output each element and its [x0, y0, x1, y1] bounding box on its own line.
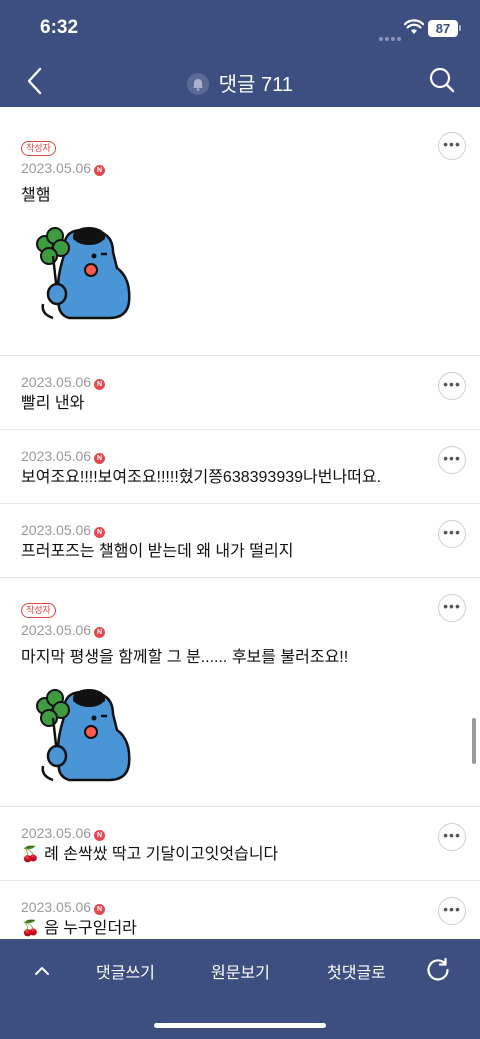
more-button[interactable]: ••• [438, 372, 466, 400]
top-nav-bar: 댓글 711 [0, 56, 480, 107]
cellular-signal-icon [379, 28, 403, 41]
comment-list[interactable]: 작성자 2023.05.06 N 챌햄 ••• 2023.05.06 N 빨리 … [0, 107, 480, 939]
first-comment-button[interactable]: 첫댓글로 [327, 959, 386, 983]
new-badge: N [94, 830, 106, 841]
chevron-up-icon [35, 967, 49, 975]
search-button[interactable] [428, 66, 456, 99]
status-time: 6:32 [40, 17, 79, 38]
more-button[interactable]: ••• [438, 897, 466, 925]
battery-indicator: 87 [428, 20, 458, 37]
cherry-icon: 🍒 [21, 846, 40, 863]
bottom-toolbar: 댓글쓰기 원문보기 첫댓글로 [0, 939, 480, 1039]
refresh-icon [427, 957, 449, 981]
clover-character-sticker [21, 222, 131, 322]
comment-date: 2023.05.06 N [21, 898, 480, 916]
comment-date: 2023.05.06 N [21, 621, 480, 639]
comment-text: 🍒 례 손싹쌌 딱고 기달이고잇엇습니다 [21, 846, 279, 863]
comment-text: 마지막 평생을 함께할 그 분...... 후보를 불러조요!! [21, 649, 349, 666]
comment-item: 2023.05.06 N 프러포즈는 챌햄이 받는데 왜 내가 떨리지 ••• [0, 503, 480, 577]
page-title: 댓글 711 [218, 74, 293, 96]
write-comment-button[interactable]: 댓글쓰기 [96, 959, 155, 983]
wifi-icon [403, 19, 425, 40]
comment-text: 프러포즈는 챌햄이 받는데 왜 내가 떨리지 [21, 543, 294, 560]
new-badge: N [94, 165, 106, 176]
battery-tip [459, 25, 461, 31]
new-badge: N [94, 904, 106, 915]
new-badge: N [94, 379, 106, 390]
view-original-button[interactable]: 원문보기 [211, 959, 270, 983]
comment-item: 2023.05.06 N 🍒 례 손싹쌌 딱고 기달이고잇엇습니다 ••• [0, 806, 480, 880]
more-button[interactable]: ••• [438, 520, 466, 548]
refresh-button[interactable] [425, 957, 451, 988]
comment-text: 보여조요!!!!보여조요!!!!!혔기쯩638393939나번나떠요. [21, 469, 382, 486]
comment-date: 2023.05.06 N [21, 521, 480, 539]
clover-character-sticker [21, 684, 131, 784]
scrollbar[interactable] [472, 718, 476, 764]
new-badge: N [94, 527, 106, 538]
comment-date: 2023.05.06 N [21, 159, 480, 177]
comment-date: 2023.05.06 N [21, 373, 480, 391]
comment-item: 2023.05.06 N 보여조요!!!!보여조요!!!!!혔기쯩63839393… [0, 429, 480, 503]
comment-text: 🍒 음 누구읻더라 [21, 920, 137, 937]
search-icon [429, 67, 455, 93]
cherry-icon: 🍒 [21, 920, 40, 937]
new-badge: N [94, 453, 106, 464]
author-badge: 작성자 [21, 141, 56, 156]
more-button[interactable]: ••• [438, 823, 466, 851]
comment-date: 2023.05.06 N [21, 447, 480, 465]
comment-text: 빨리 낸와 [21, 395, 85, 412]
comment-item: 2023.05.06 N 🍒 음 누구읻더라 ••• [0, 880, 480, 939]
more-button[interactable]: ••• [438, 132, 466, 160]
more-button[interactable]: ••• [438, 446, 466, 474]
comment-item: 작성자 2023.05.06 N 챌햄 ••• [0, 116, 480, 355]
status-bar: 6:32 87 [0, 0, 480, 56]
scroll-up-button[interactable] [32, 961, 52, 981]
page-title-wrap: 댓글 711 [0, 68, 480, 97]
author-badge: 작성자 [21, 603, 56, 618]
home-indicator [154, 1023, 326, 1028]
comment-item: 작성자 2023.05.06 N 마지막 평생을 함께할 그 분...... 후보… [0, 577, 480, 806]
comment-item: 2023.05.06 N 빨리 낸와 ••• [0, 355, 480, 429]
comment-date: 2023.05.06 N [21, 824, 480, 842]
bell-icon[interactable] [187, 73, 210, 95]
more-button[interactable]: ••• [438, 594, 466, 622]
comment-text: 챌햄 [21, 187, 51, 204]
new-badge: N [94, 627, 106, 638]
